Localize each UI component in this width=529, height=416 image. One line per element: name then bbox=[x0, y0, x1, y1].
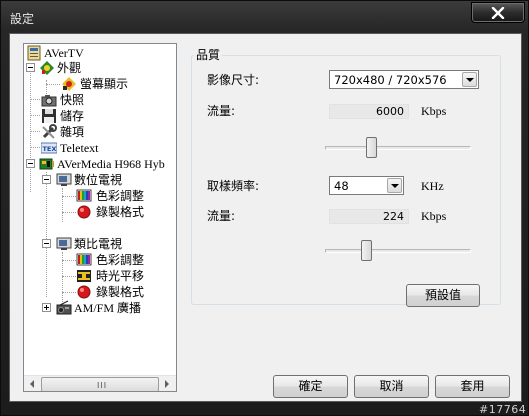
bitrate-unit: Kbps bbox=[421, 104, 447, 118]
audio-bitrate-unit: Kbps bbox=[421, 209, 447, 223]
tree-node-avertv[interactable]: AVerTV bbox=[24, 45, 176, 61]
settings-tree: AVerTV 外觀 螢幕顯示 快照 儲存 雜項 TEX Teletext AVe… bbox=[23, 43, 177, 392]
audio-slider-thumb[interactable] bbox=[361, 240, 373, 261]
image-size-value: 720x480 / 720x576 bbox=[334, 73, 447, 87]
tree-node-teletext[interactable]: TEXT Teletext bbox=[24, 140, 176, 156]
bitrate-field: 6000 bbox=[329, 104, 409, 119]
avertv-icon bbox=[26, 45, 42, 61]
color-bars-icon bbox=[76, 188, 92, 204]
tree-node-digital-color[interactable]: 色彩調整 bbox=[24, 188, 176, 204]
audio-bitrate-field: 224 bbox=[329, 209, 409, 224]
tree-node-timeshift[interactable]: 時光平移 bbox=[24, 268, 176, 284]
tree-node-appearance[interactable]: 外觀 bbox=[24, 60, 176, 76]
sample-rate-dropdown[interactable]: 48 bbox=[329, 176, 404, 195]
quality-group-title: 品質 bbox=[194, 48, 223, 62]
scroll-grip: III bbox=[97, 381, 108, 390]
sample-rate-value: 48 bbox=[334, 179, 349, 193]
camera-icon bbox=[41, 92, 57, 108]
appearance-icon bbox=[39, 60, 55, 76]
image-size-dropdown[interactable]: 720x480 / 720x576 bbox=[329, 70, 479, 89]
tree-node-analog-color[interactable]: 色彩調整 bbox=[24, 252, 176, 268]
title-bar[interactable]: 設定 bbox=[1, 1, 528, 35]
scroll-thumb[interactable]: III bbox=[41, 377, 159, 391]
tree-node-analog-record[interactable]: 錄製格式 bbox=[24, 284, 176, 300]
sample-rate-unit: KHz bbox=[421, 179, 444, 193]
bitrate-slider-track bbox=[325, 146, 471, 150]
audio-bitrate-label: 流量: bbox=[207, 209, 236, 223]
scroll-right-icon[interactable] bbox=[165, 380, 169, 388]
radio-icon bbox=[56, 300, 72, 316]
dialog-client-area: AVerTV 外觀 螢幕顯示 快照 儲存 雜項 TEX Teletext AVe… bbox=[9, 33, 522, 402]
ok-button[interactable]: 確定 bbox=[273, 375, 348, 398]
tree-node-analog-tv[interactable]: 類比電視 bbox=[24, 236, 176, 252]
tree-node-osd[interactable]: 螢幕顯示 bbox=[24, 76, 176, 92]
scroll-left-icon[interactable] bbox=[30, 380, 34, 388]
bitrate-slider-thumb[interactable] bbox=[365, 137, 377, 158]
settings-window: 設定 AVerTV 外觀 螢幕顯示 快照 儲存 雜項 TEX Teletext … bbox=[0, 0, 529, 416]
audio-bitrate-value: 224 bbox=[383, 210, 404, 223]
close-icon bbox=[491, 7, 505, 19]
audio-bitrate-slider[interactable] bbox=[321, 238, 475, 264]
tree-node-radio[interactable]: AM/FM 廣播 bbox=[24, 300, 176, 316]
tv-card-icon bbox=[39, 156, 55, 172]
default-button[interactable]: 預設值 bbox=[406, 284, 480, 307]
teletext-icon: TEXT bbox=[41, 140, 57, 156]
chevron-down-icon[interactable] bbox=[387, 178, 402, 193]
svg-text:TEXT: TEXT bbox=[43, 145, 58, 153]
osd-icon bbox=[61, 76, 77, 92]
tree-horizontal-scrollbar[interactable]: III bbox=[24, 375, 176, 391]
tree-node-digital-tv[interactable]: 數位電視 bbox=[24, 172, 176, 188]
tree-node-digital-record[interactable]: 錄製格式 bbox=[24, 204, 176, 220]
tree-node-save[interactable]: 儲存 bbox=[24, 108, 176, 124]
cancel-button[interactable]: 取消 bbox=[354, 375, 429, 398]
tv-icon bbox=[56, 172, 72, 188]
chevron-down-icon[interactable] bbox=[462, 72, 477, 87]
record-icon bbox=[76, 204, 92, 220]
watermark: #17764 bbox=[479, 403, 527, 416]
bitrate-value: 6000 bbox=[376, 105, 404, 118]
tree-node-misc[interactable]: 雜項 bbox=[24, 124, 176, 140]
close-button[interactable] bbox=[471, 2, 525, 23]
tools-icon bbox=[41, 124, 57, 140]
audio-slider-track bbox=[325, 249, 471, 253]
image-size-label: 影像尺寸: bbox=[207, 73, 260, 87]
tv-icon bbox=[56, 236, 72, 252]
floppy-disk-icon bbox=[41, 108, 57, 124]
apply-button[interactable]: 套用 bbox=[435, 375, 510, 398]
window-title: 設定 bbox=[10, 12, 35, 26]
tree-node-device[interactable]: AVerMedia H968 Hyb bbox=[24, 156, 176, 172]
sample-rate-label: 取樣頻率: bbox=[207, 179, 260, 193]
color-bars-icon bbox=[76, 252, 92, 268]
record-icon bbox=[76, 284, 92, 300]
bitrate-label: 流量: bbox=[207, 104, 236, 118]
timeshift-icon bbox=[76, 268, 92, 284]
tree-node-snapshot[interactable]: 快照 bbox=[24, 92, 176, 108]
bitrate-slider[interactable] bbox=[321, 135, 475, 161]
